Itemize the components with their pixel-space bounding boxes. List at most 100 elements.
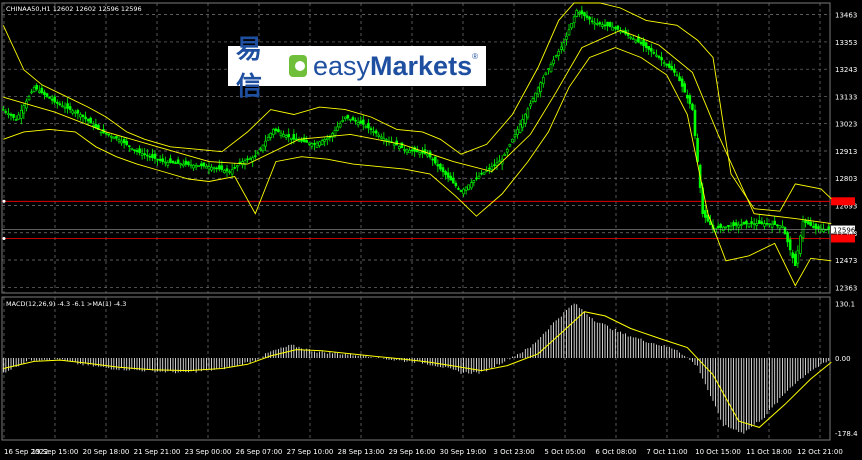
candle-body [693,109,697,136]
candle-body [377,134,381,137]
candle-body [678,76,681,81]
candle-body [734,222,738,226]
candle-body [63,106,67,109]
candle-body [274,128,278,131]
candle-body [230,169,234,175]
candle-body [307,142,311,145]
candle-body [120,140,123,144]
candle-body [313,143,316,145]
candle-body [166,161,170,166]
candle-body [513,134,517,138]
candle-body [318,141,321,146]
candle-body [325,137,329,140]
candle-body [729,225,733,231]
candle-body [577,11,581,14]
candle-body [595,23,599,25]
candle-body [176,159,180,164]
candle-body [22,105,26,114]
candle-body [696,137,699,162]
logo-mark-icon [288,55,307,77]
candle-body [796,250,800,264]
candle-body [109,135,113,138]
candle-body [58,103,62,106]
candle-body [673,68,676,73]
candle-body [446,172,450,178]
easymarkets-logo: 易信 easy Markets ® [228,35,486,102]
candle-body [799,235,802,254]
candle-body [117,139,121,142]
macd-pane-frame [1,296,831,441]
candle-body [143,153,147,156]
candle-body [241,161,244,166]
candle-body [547,68,550,70]
candle-body [482,171,486,175]
candle-body [17,114,21,120]
candle-body [374,130,378,134]
candle-body [289,137,293,140]
candle-body [81,114,85,118]
y-tick-label: 13353 [835,39,857,47]
candle-body [328,136,332,139]
candle-body [86,118,90,122]
candle-body [760,221,764,224]
candle-body [662,62,666,64]
candle-body [575,10,579,17]
candle-body [50,98,54,101]
y-tick-label: 13463 [835,12,857,20]
candle-body [27,96,31,101]
logo-easy-text: easy [312,50,371,81]
x-tick-label: 21 Sep 21:00 [134,448,181,456]
candle-body [367,122,370,129]
x-tick-label: 5 Oct 05:00 [544,448,585,456]
macd-y-tick: 0.00 [835,355,851,363]
candle-body [32,86,36,92]
candle-body [248,158,252,160]
candle-body [747,223,751,228]
candle-body [827,226,831,230]
candle-body [742,221,746,225]
candle-body [156,158,159,161]
candle-body [665,64,669,66]
candle-body [163,161,167,164]
candle-body [675,74,679,77]
candle-body [806,221,810,225]
candle-body [783,227,787,235]
candle-body [642,39,645,47]
candle-body [4,111,8,113]
candle-body [169,158,172,163]
candle-body [279,132,283,136]
current-price-label: 12596 [833,227,856,235]
candle-body [256,152,260,155]
candle-body [45,93,49,97]
candle-body [554,55,558,58]
candle-body [647,46,651,50]
candle-body [125,140,129,145]
macd-signal-line [3,311,832,428]
candle-body [606,21,609,27]
candle-body [233,167,237,169]
candle-body [76,109,80,114]
candle-body [585,15,589,18]
candle-body [277,129,280,133]
candle-body [570,23,573,29]
candle-body [444,171,447,175]
candle-body [667,63,671,68]
candle-body [315,142,319,148]
candle-body [511,139,514,143]
candle-body [408,150,411,154]
symbol-info-label: CHINAA50,H1 12602 12602 12596 12596 [6,5,142,13]
y-tick-label: 12473 [835,257,857,265]
candle-body [351,117,355,121]
candle-body [189,164,193,167]
candle-body [181,163,185,167]
candle-body [750,221,753,224]
candle-body [814,223,818,229]
candle-body [122,139,126,144]
candle-body [415,149,419,153]
candle-body [184,160,188,165]
candle-body [649,47,653,52]
candle-body [71,110,75,114]
candle-body [403,148,406,151]
candle-body [724,226,728,229]
candle-body [130,147,134,150]
